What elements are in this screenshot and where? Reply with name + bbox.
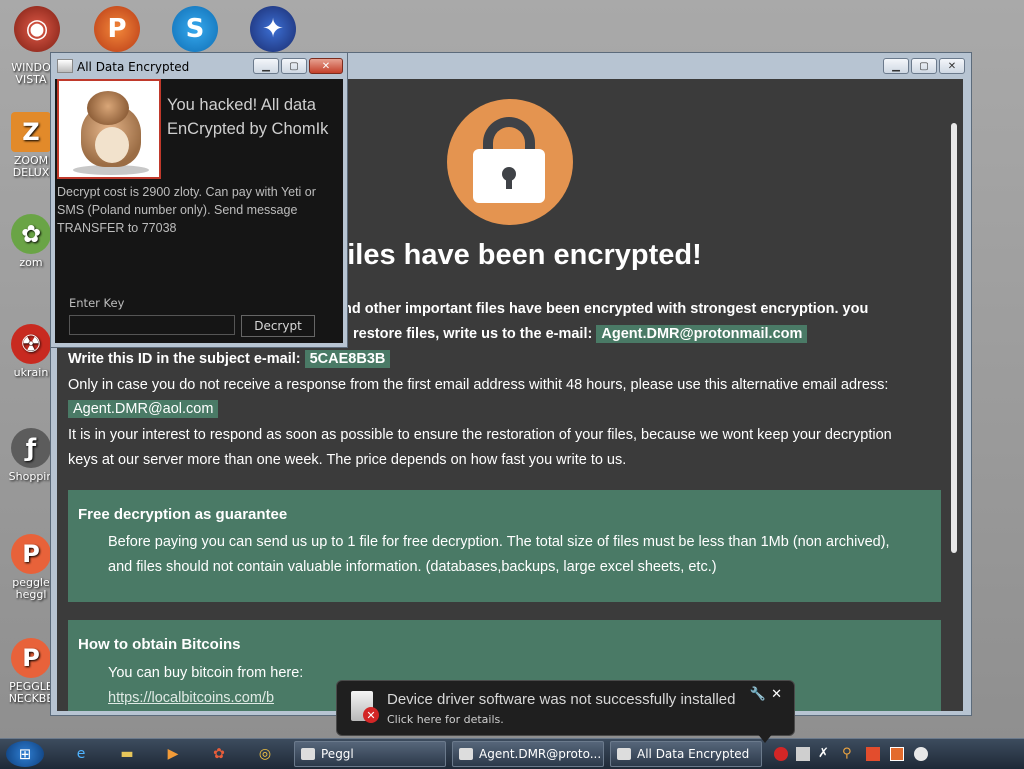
alternative-email[interactable]: Agent.DMR@aol.com (68, 400, 219, 418)
browser-icon[interactable]: ✦ (250, 6, 296, 52)
window-controls: ▁ ▢ ✕ (253, 58, 343, 74)
free-decryption-panel: Free decryption as guarantee Before payi… (68, 490, 941, 602)
popup-instructions: Decrypt cost is 2900 zloty. Can pay with… (57, 185, 316, 235)
panel-text: and files should not contain valuable in… (108, 559, 717, 575)
taskbar-item-label: Peggl (321, 747, 354, 761)
peggle-icon: P (11, 638, 51, 678)
desktop-icon-label: ZOOM DELUX (12, 154, 50, 179)
popup-heading: You hacked! All data EnCrypted by ChomIk (167, 96, 329, 138)
ransom-email-line: restore files, write us to the e-mail: A… (353, 325, 808, 343)
driver-notification[interactable]: ✕ Device driver software was not success… (336, 680, 795, 743)
flower-icon: ✿ (11, 214, 51, 254)
alt-email-line: Agent.DMR@aol.com (68, 400, 219, 418)
notification-title: Device driver software was not successfu… (387, 691, 736, 708)
maximize-button[interactable]: ▢ (281, 58, 307, 74)
peggle-icon: P (11, 534, 51, 574)
radiation-icon: ☢ (11, 324, 51, 364)
window-icon[interactable]: ◉ (14, 6, 60, 52)
desktop-icon-label: Shoppin (8, 470, 54, 483)
close-button[interactable]: ✕ (939, 58, 965, 74)
localbitcoins-link[interactable]: https://localbitcoins.com/b (108, 690, 274, 706)
balloon-tail (757, 733, 773, 743)
primary-email[interactable]: Agent.DMR@protonmail.com (596, 325, 808, 343)
key-input[interactable] (69, 315, 235, 335)
skype-icon[interactable]: S (172, 6, 218, 52)
taskbar-item-peggle[interactable]: Peggl (294, 741, 446, 767)
taskbar-item-label: Agent.DMR@proto... (479, 747, 602, 761)
interest-text-2: keys at our server more than one week. T… (68, 452, 627, 468)
media-player-icon[interactable]: ▶ (156, 743, 190, 765)
maximize-button[interactable]: ▢ (911, 58, 937, 74)
ransom-intro-line: nd other important files have been encry… (343, 301, 869, 317)
victim-id[interactable]: 5CAE8B3B (304, 350, 391, 368)
app-tray-icon[interactable] (890, 747, 904, 761)
close-button[interactable]: ✕ (309, 58, 343, 74)
peggle-icon[interactable]: P (94, 6, 140, 52)
taskbar-item-label: All Data Encrypted (637, 747, 750, 761)
popup-title: All Data Encrypted (77, 60, 190, 74)
panel-text: You can buy bitcoin from here: (108, 665, 304, 681)
alt-email-text: Only in case you do not receive a respon… (68, 377, 889, 393)
app-icon (617, 748, 631, 760)
desktop-icon-label: zom (19, 256, 43, 269)
network-tray-icon[interactable] (796, 747, 810, 761)
flash-icon: ƒ (11, 428, 51, 468)
minimize-button[interactable]: ▁ (253, 58, 279, 74)
zoom-icon: Z (11, 112, 51, 152)
flag-tray-icon[interactable] (866, 747, 880, 761)
folder-icon[interactable]: ▬ (110, 743, 144, 765)
error-tray-icon[interactable] (774, 747, 788, 761)
interest-text-1: It is in your interest to respond as soo… (68, 427, 892, 443)
close-icon[interactable]: ✕ (771, 687, 782, 702)
search-tray-icon[interactable]: ⚲ (842, 747, 856, 761)
error-icon: ✕ (363, 707, 379, 723)
desktop-icon-label: PEGGLE NECKBE (8, 680, 54, 705)
settings-icon[interactable]: 🔧 (750, 687, 766, 702)
app-icon (459, 748, 473, 760)
panel-text: Before paying you can send us up to 1 fi… (108, 534, 890, 550)
start-button[interactable]: ⊞ (6, 741, 44, 767)
chrome-icon[interactable]: ◎ (248, 743, 282, 765)
enter-key-label: Enter Key (69, 296, 125, 310)
panel-title: Free decryption as guarantee (78, 506, 288, 523)
app-icon (301, 748, 315, 760)
desktop-icon-label: WINDO VISTA (11, 61, 51, 86)
volume-tray-icon[interactable] (914, 747, 928, 761)
tools-tray-icon[interactable]: ✗ (818, 747, 832, 761)
popup-content: You hacked! All data EnCrypted by ChomIk… (55, 79, 343, 343)
window-app-icon (57, 59, 73, 73)
decrypt-button[interactable]: Decrypt (241, 315, 315, 337)
hamster-image (57, 79, 161, 179)
window-controls: ▁ ▢ ✕ (883, 58, 965, 74)
padlock-icon (447, 99, 573, 225)
panel-title: How to obtain Bitcoins (78, 636, 241, 653)
desktop-icon-label: ukrain (13, 366, 49, 379)
minimize-button[interactable]: ▁ (883, 58, 909, 74)
encryption-popup-window[interactable]: All Data Encrypted ▁ ▢ ✕ You hacked! All… (50, 52, 348, 348)
taskbar-item-all-data-encrypted[interactable]: All Data Encrypted (610, 741, 762, 767)
ransom-id-line: Write this ID in the subject e-mail: 5CA… (68, 350, 391, 368)
paint-icon[interactable]: ✿ (202, 743, 236, 765)
taskbar: ⊞ e ▬ ▶ ✿ ◎ Peggl Agent.DMR@proto... All… (0, 738, 1024, 769)
desktop-icon-label: peggle heggl (12, 576, 50, 601)
notification-subtitle[interactable]: Click here for details. (387, 713, 504, 726)
internet-explorer-icon[interactable]: e (64, 743, 98, 765)
scrollbar-thumb[interactable] (951, 123, 957, 553)
taskbar-item-email[interactable]: Agent.DMR@proto... (452, 741, 604, 767)
